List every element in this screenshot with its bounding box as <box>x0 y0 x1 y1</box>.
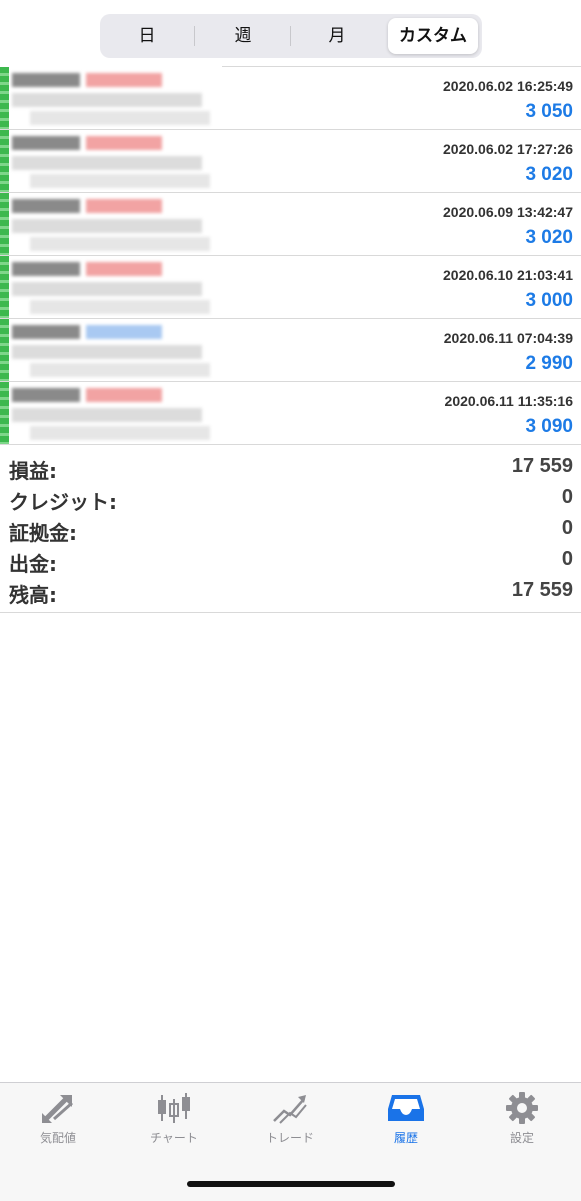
history-row[interactable]: 2020.06.02 17:27:26 3 020 <box>0 130 581 193</box>
quotes-arrows-icon <box>42 1095 73 1123</box>
tab-label: トレード <box>265 1131 314 1145</box>
tab-trade[interactable]: トレード <box>232 1091 348 1151</box>
deal-indicator <box>0 67 9 130</box>
summary-value: 0 <box>561 486 573 508</box>
redacted-symbol <box>10 319 222 382</box>
history-datetime: 2020.06.11 07:04:39 <box>443 330 573 346</box>
history-inbox-icon <box>388 1095 424 1121</box>
history-datetime: 2020.06.10 21:03:41 <box>443 267 573 283</box>
summary-label: 損益: <box>9 459 57 483</box>
summary-margin: 証拠金: 0 <box>0 517 581 547</box>
summary-profit: 損益: 17 559 <box>0 455 581 485</box>
candlestick-chart-icon <box>158 1093 190 1123</box>
segment-month[interactable]: 月 <box>292 18 382 54</box>
redacted-symbol <box>10 382 222 445</box>
settings-gear-icon <box>506 1092 538 1124</box>
summary-credit: クレジット: 0 <box>0 486 581 516</box>
summary-value: 17 559 <box>511 455 573 477</box>
history-row[interactable]: 2020.06.11 07:04:39 2 990 <box>0 319 581 382</box>
deal-indicator <box>0 382 9 445</box>
history-value: 3 020 <box>525 227 573 248</box>
summary-value: 0 <box>561 517 573 539</box>
period-segmented-control: 日 週 月 カスタム <box>100 14 482 58</box>
tab-label: チャート <box>150 1131 198 1145</box>
summary-value: 0 <box>561 548 573 570</box>
summary-label: クレジット: <box>9 490 117 514</box>
tab-label: 気配値 <box>39 1131 76 1145</box>
tab-label: 履歴 <box>393 1131 418 1145</box>
history-row[interactable]: 2020.06.11 11:35:16 3 090 <box>0 382 581 445</box>
history-value: 3 020 <box>525 164 573 185</box>
deal-indicator <box>0 130 9 193</box>
history-value: 2 990 <box>525 353 573 374</box>
tab-settings[interactable]: 設定 <box>464 1091 580 1151</box>
segment-day[interactable]: 日 <box>104 18 190 54</box>
summary-label: 証拠金: <box>9 521 77 545</box>
history-row[interactable]: 2020.06.10 21:03:41 3 000 <box>0 256 581 319</box>
summary-label: 出金: <box>9 552 57 576</box>
summary-withdrawal: 出金: 0 <box>0 548 581 578</box>
deal-indicator <box>0 319 9 382</box>
redacted-symbol <box>10 193 222 256</box>
segment-week[interactable]: 週 <box>198 18 288 54</box>
redacted-symbol <box>10 256 222 319</box>
redacted-symbol <box>10 67 222 130</box>
history-row[interactable]: 2020.06.02 16:25:49 3 050 <box>0 67 581 130</box>
history-datetime: 2020.06.11 11:35:16 <box>444 393 573 409</box>
history-datetime: 2020.06.09 13:42:47 <box>443 204 573 220</box>
home-indicator <box>187 1181 395 1187</box>
divider <box>0 612 581 613</box>
deal-indicator <box>0 193 9 256</box>
summary-balance: 残高: 17 559 <box>0 579 581 609</box>
trade-trend-icon <box>273 1095 307 1124</box>
history-datetime: 2020.06.02 16:25:49 <box>443 78 573 94</box>
tab-quotes[interactable]: 気配値 <box>0 1091 116 1151</box>
deal-indicator <box>0 256 9 319</box>
tab-history[interactable]: 履歴 <box>348 1091 464 1151</box>
summary-label: 残高: <box>9 583 57 607</box>
history-row[interactable]: 2020.06.09 13:42:47 3 020 <box>0 193 581 256</box>
history-datetime: 2020.06.02 17:27:26 <box>443 141 573 157</box>
history-value: 3 050 <box>525 101 573 122</box>
history-value: 3 090 <box>525 416 573 437</box>
segment-custom[interactable]: カスタム <box>388 18 478 54</box>
redacted-symbol <box>10 130 222 193</box>
row-divider <box>0 444 581 445</box>
summary-value: 17 559 <box>511 579 573 601</box>
segment-divider <box>290 26 291 46</box>
tab-label: 設定 <box>509 1131 534 1145</box>
tab-chart[interactable]: チャート <box>116 1091 232 1151</box>
history-value: 3 000 <box>525 290 573 311</box>
segment-divider <box>194 26 195 46</box>
